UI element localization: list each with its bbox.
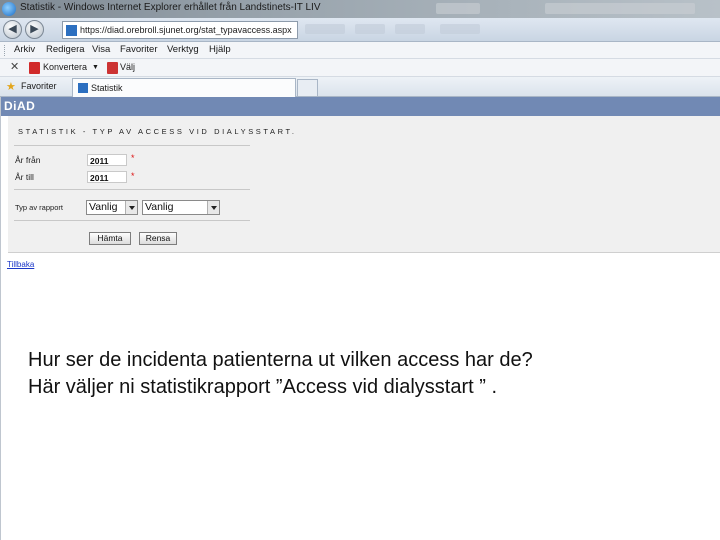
tab-label: Statistik <box>91 83 123 93</box>
address-bar-row: ◀ ▶ https://diad.orebroll.sjunet.org/sta… <box>0 18 720 42</box>
slide-caption: Hur ser de incidenta patienterna ut vilk… <box>28 347 708 401</box>
to-year-label: År till <box>15 172 34 182</box>
menu-item-redigera[interactable]: Redigera <box>46 44 85 55</box>
required-marker: * <box>131 171 135 181</box>
window-title-bar: Statistik - Windows Internet Explorer er… <box>0 0 720 18</box>
window-left-border <box>0 97 1 540</box>
title-bar-blurred-region <box>436 3 480 14</box>
fetch-button[interactable]: Hämta <box>89 232 131 245</box>
report-type-select-2-value: Vanlig <box>145 201 174 213</box>
internet-explorer-icon <box>2 2 16 16</box>
command-bar: ✕ Konvertera ▼ Välj <box>0 59 720 77</box>
required-marker: * <box>131 153 135 163</box>
from-year-label: År från <box>15 155 41 165</box>
address-field[interactable]: https://diad.orebroll.sjunet.org/stat_ty… <box>62 21 298 39</box>
divider <box>14 145 250 146</box>
new-tab-button[interactable] <box>297 79 318 96</box>
toolbar-grip <box>4 45 6 56</box>
chevron-down-icon[interactable]: ▼ <box>92 64 99 71</box>
report-type-select-1-value: Vanlig <box>89 201 118 213</box>
menu-item-favoriter[interactable]: Favoriter <box>120 44 157 55</box>
arrow-right-icon: ▶ <box>30 23 39 35</box>
caption-line-1: Hur ser de incidenta patienterna ut vilk… <box>28 349 533 371</box>
menu-item-visa[interactable]: Visa <box>92 44 110 55</box>
divider <box>14 189 250 190</box>
favorites-button[interactable]: Favoriter <box>21 81 57 91</box>
back-link[interactable]: Tillbaka <box>7 260 34 269</box>
address-bar-blurred-region <box>395 24 425 34</box>
tab-statistik[interactable]: Statistik <box>72 78 296 97</box>
menu-item-hjalp[interactable]: Hjälp <box>209 44 231 55</box>
menu-bar: Arkiv Redigera Visa Favoriter Verktyg Hj… <box>0 42 720 59</box>
pdf-convert-icon <box>29 62 40 74</box>
convert-button[interactable]: Konvertera <box>43 62 87 72</box>
clear-button[interactable]: Rensa <box>139 232 177 245</box>
chevron-down-icon <box>207 201 219 214</box>
report-type-select-2[interactable]: Vanlig <box>142 200 220 215</box>
forward-button[interactable]: ▶ <box>25 20 44 39</box>
to-year-input[interactable]: 2011 <box>87 171 127 183</box>
app-header: DiAD <box>0 97 720 116</box>
select-button[interactable]: Välj <box>120 62 135 72</box>
favorites-star-icon: ★ <box>6 81 16 93</box>
back-button[interactable]: ◀ <box>3 20 22 39</box>
report-type-select-1[interactable]: Vanlig <box>86 200 138 215</box>
chevron-down-icon <box>125 201 137 214</box>
address-bar-blurred-region <box>305 24 345 34</box>
select-pdf-icon <box>107 62 118 74</box>
window-title: Statistik - Windows Internet Explorer er… <box>20 2 321 13</box>
arrow-left-icon: ◀ <box>8 23 17 35</box>
address-bar-blurred-region <box>440 24 480 34</box>
caption-line-2: Här väljer ni statistikrapport ”Access v… <box>28 376 498 398</box>
menu-item-verktyg[interactable]: Verktyg <box>167 44 199 55</box>
diad-logo: DiAD <box>4 99 36 113</box>
title-bar-blurred-region <box>545 3 695 14</box>
report-form-panel: STATISTIK - TYP AV ACCESS VID DIALYSSTAR… <box>8 116 720 253</box>
divider <box>14 220 250 221</box>
from-year-input[interactable]: 2011 <box>87 154 127 166</box>
favorites-tab-bar: ★ Favoriter Statistik <box>0 77 720 97</box>
close-icon[interactable]: ✕ <box>10 60 19 73</box>
url-text: https://diad.orebroll.sjunet.org/stat_ty… <box>80 25 292 35</box>
page-title: STATISTIK - TYP AV ACCESS VID DIALYSSTAR… <box>18 127 297 136</box>
tab-page-icon <box>78 83 88 93</box>
report-type-label: Typ av rapport <box>15 203 63 212</box>
menu-item-arkiv[interactable]: Arkiv <box>14 44 35 55</box>
address-bar-blurred-region <box>355 24 385 34</box>
site-favicon-icon <box>66 25 77 36</box>
